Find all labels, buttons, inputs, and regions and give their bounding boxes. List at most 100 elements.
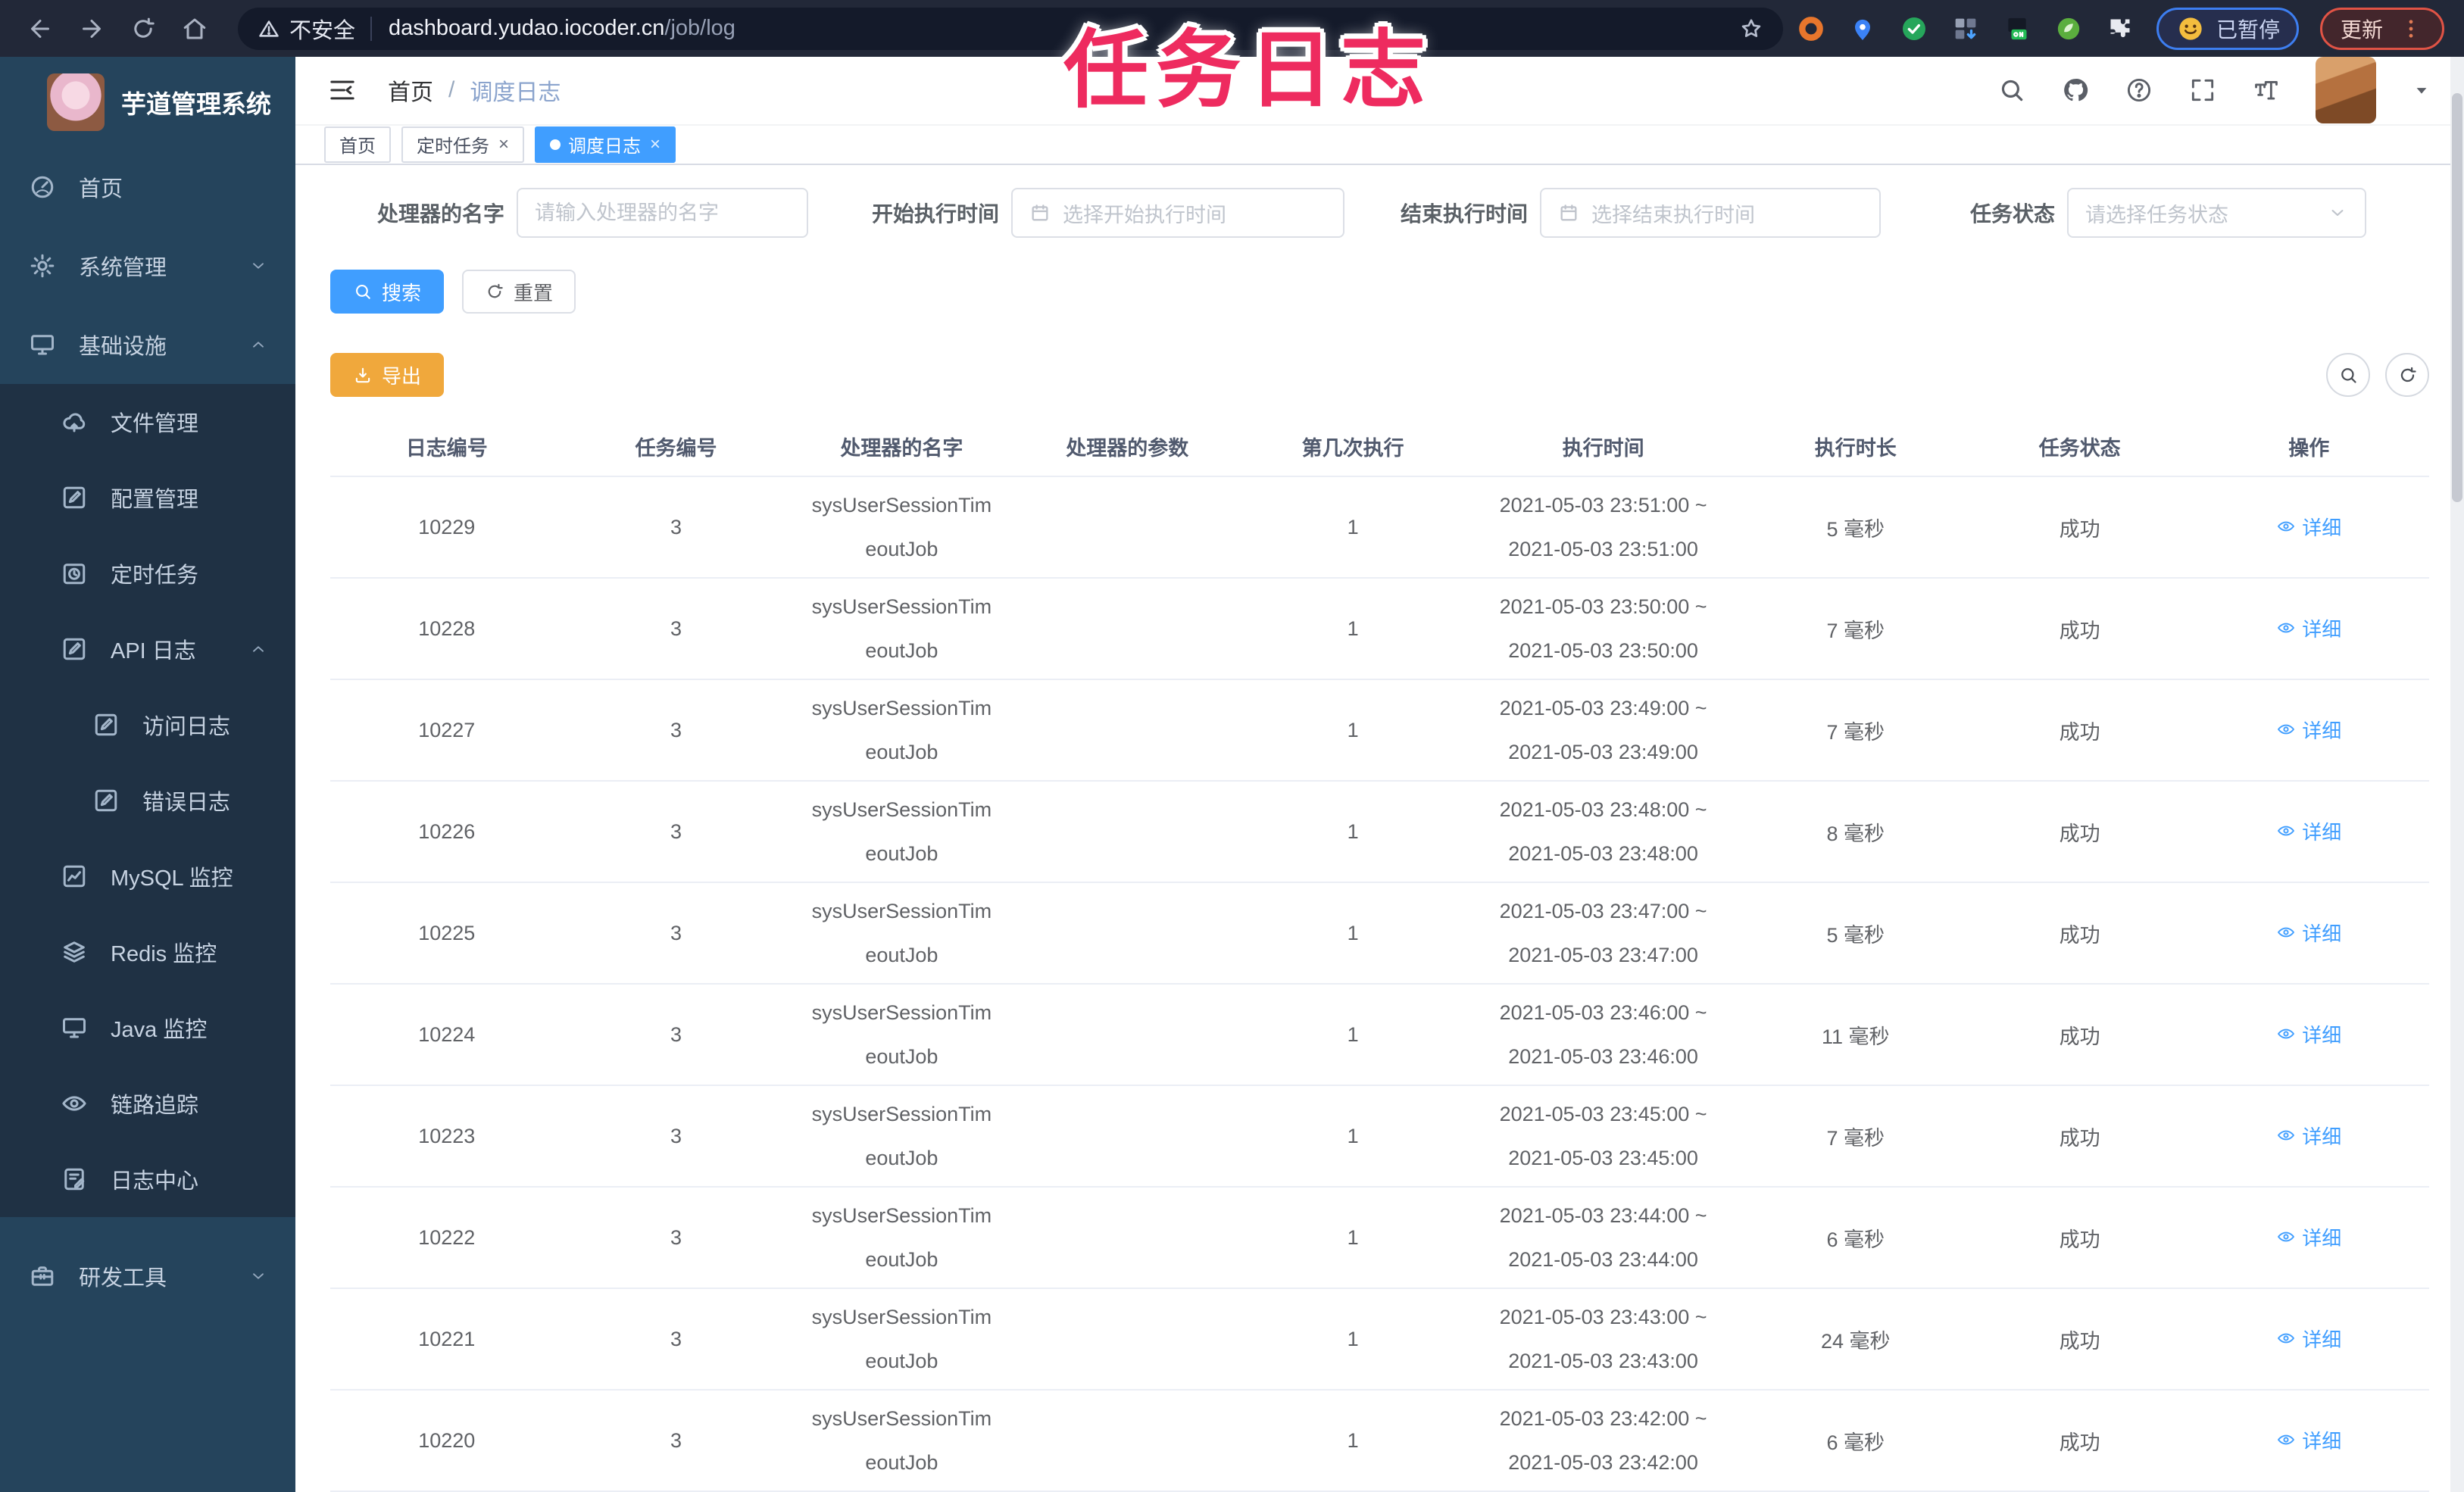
cell-handler-name: sysUserSessionTim eoutJob — [811, 494, 992, 560]
sidebar-item-配置管理[interactable]: 配置管理 — [0, 460, 295, 535]
extensions-puzzle-icon[interactable] — [2105, 14, 2135, 44]
handler-name-input[interactable] — [517, 188, 808, 238]
sidebar: 芋道管理系统 首页 系统管理 基础设施文件管理配置管理 定时任务 API 日志 访问日志错… — [0, 57, 295, 1492]
sidebar-item-日志中心[interactable]: 日志中心 — [0, 1141, 295, 1217]
table-row: 10221 3 sysUserSessionTim eoutJob 1 2021-05-0… — [330, 1289, 2429, 1391]
sidebar-item-访问日志[interactable]: 访问日志 — [0, 687, 295, 763]
extension-green-check-icon[interactable] — [1899, 14, 1929, 44]
tag-label: 定时任务 — [417, 136, 489, 158]
end-time-picker[interactable]: 选择结束执行时间 — [1540, 188, 1881, 238]
handler-name-field[interactable] — [535, 201, 790, 225]
reload-icon[interactable] — [123, 8, 164, 49]
tag-定时任务[interactable]: 定时任务 × — [401, 126, 525, 163]
tag-close-icon[interactable]: × — [498, 134, 509, 155]
sidebar-item-错误日志[interactable]: 错误日志 — [0, 763, 295, 838]
chart-icon — [61, 863, 88, 890]
sidebar-item-label: 研发工具 — [79, 1266, 167, 1291]
reset-button[interactable]: 重置 — [462, 270, 576, 314]
browser-menu-kebab-icon[interactable] — [2398, 16, 2424, 42]
detail-link[interactable]: 详细 — [2276, 817, 2341, 845]
cell-log-id: 10229 — [418, 515, 476, 538]
sidebar-item-基础设施[interactable]: 基础设施 — [0, 305, 295, 384]
table-header: 日志编号 任务编号 处理器的名字 处理器的参数 第几次执行 执行时间 执行时长 任务状态 操作 — [330, 417, 2429, 477]
github-icon[interactable] — [2061, 76, 2090, 105]
fullscreen-icon[interactable] — [2188, 76, 2217, 105]
forward-icon[interactable] — [71, 8, 112, 49]
sidebar-item-文件管理[interactable]: 文件管理 — [0, 384, 295, 460]
detail-link[interactable]: 详细 — [2276, 1020, 2341, 1048]
cell-log-id: 10220 — [418, 1428, 476, 1452]
extension-green-leaf-icon[interactable] — [2053, 14, 2084, 44]
url-divider — [370, 16, 373, 41]
scrollbar-thumb[interactable] — [2452, 93, 2462, 502]
sidebar-item-系统管理[interactable]: 系统管理 — [0, 226, 295, 305]
sidebar-item-label: 链路追踪 — [111, 1094, 199, 1118]
detail-link[interactable]: 详细 — [2276, 614, 2341, 642]
sidebar-item-MySQL-监控[interactable]: MySQL 监控 — [0, 838, 295, 914]
cell-handler-name: sysUserSessionTim eoutJob — [811, 697, 992, 763]
cell-job-id: 3 — [670, 1022, 682, 1046]
cell-handler-name: sysUserSessionTim eoutJob — [811, 1103, 992, 1169]
sidebar-item-链路追踪[interactable]: 链路追踪 — [0, 1066, 295, 1141]
sidebar-item-API-日志[interactable]: API 日志 — [0, 611, 295, 687]
sidebar-item-Java-监控[interactable]: Java 监控 — [0, 990, 295, 1066]
detail-link[interactable]: 详细 — [2276, 716, 2341, 744]
detail-link[interactable]: 详细 — [2276, 1426, 2341, 1454]
avatar-caret-down-icon[interactable] — [2411, 80, 2432, 101]
refresh-table-button[interactable] — [2385, 353, 2429, 397]
update-label: 更新 — [2340, 17, 2383, 42]
font-size-icon[interactable] — [2252, 76, 2281, 105]
cell-actions: 详细 — [2189, 716, 2429, 745]
browser-update-button[interactable]: 更新 — [2319, 7, 2444, 50]
address-bar[interactable]: 不安全 dashboard.yudao.iocoder.cn /job/log — [238, 7, 1783, 50]
detail-link[interactable]: 详细 — [2276, 513, 2341, 541]
detail-link-label: 详细 — [2302, 1328, 2342, 1351]
detail-link[interactable]: 详细 — [2276, 1122, 2341, 1150]
export-button[interactable]: 导出 — [330, 353, 445, 397]
cell-handler-name: sysUserSessionTim eoutJob — [811, 900, 992, 966]
url-host: dashboard.yudao.iocoder.cn — [389, 16, 665, 40]
sidebar-item-定时任务[interactable]: 定时任务 — [0, 535, 295, 611]
cell-log-id: 10225 — [418, 921, 476, 944]
detail-link[interactable]: 详细 — [2276, 1325, 2341, 1353]
breadcrumb-home[interactable]: 首页 — [388, 73, 433, 107]
sidebar-item-研发工具[interactable]: 研发工具 — [0, 1237, 295, 1316]
download-icon — [353, 365, 373, 385]
app-logo[interactable]: 芋道管理系统 — [0, 57, 295, 148]
extension-orange-ring-icon[interactable] — [1796, 14, 1826, 44]
extension-location-pin-icon[interactable] — [1847, 14, 1878, 44]
profile-paused-badge[interactable]: 已暂停 — [2156, 7, 2299, 50]
cell-actions: 详细 — [2189, 1020, 2429, 1050]
chevron-down-icon — [248, 1266, 268, 1286]
tag-label: 首页 — [339, 136, 376, 158]
sidebar-toggle-icon[interactable] — [327, 75, 358, 105]
extension-grid-download-icon[interactable] — [1950, 14, 1981, 44]
tag-调度日志[interactable]: 调度日志 × — [535, 126, 676, 163]
toggle-search-button[interactable] — [2326, 353, 2370, 397]
tag-close-icon[interactable]: × — [650, 134, 661, 155]
job-status-select[interactable]: 请选择任务状态 — [2067, 188, 2366, 238]
help-icon[interactable] — [2125, 76, 2153, 105]
cell-job-id: 3 — [670, 1124, 682, 1147]
start-time-picker[interactable]: 选择开始执行时间 — [1011, 188, 1344, 238]
start-time-placeholder: 选择开始执行时间 — [1063, 203, 1226, 226]
cell-execute-time: 2021-05-03 23:47:00 ~2021-05-03 23:47:00 — [1499, 900, 1707, 966]
search-button[interactable]: 搜索 — [330, 270, 445, 314]
sidebar-item-Redis-监控[interactable]: Redis 监控 — [0, 914, 295, 990]
not-secure-warning-icon[interactable] — [258, 17, 280, 40]
sidebar-item-首页[interactable]: 首页 — [0, 148, 295, 226]
cell-handler-name: sysUserSessionTim eoutJob — [811, 1204, 992, 1271]
search-icon[interactable] — [1997, 76, 2026, 105]
back-icon[interactable] — [20, 8, 61, 49]
user-avatar[interactable] — [2316, 57, 2376, 124]
cell-duration: 5 毫秒 — [1826, 517, 1885, 541]
detail-link[interactable]: 详细 — [2276, 919, 2341, 947]
tag-首页[interactable]: 首页 — [324, 126, 391, 163]
detail-link[interactable]: 详细 — [2276, 1223, 2341, 1251]
extension-on-badge-icon[interactable] — [2002, 14, 2032, 44]
bookmark-star-icon[interactable] — [1739, 17, 1763, 41]
calendar-icon — [1029, 202, 1051, 223]
sidebar-item-label: 文件管理 — [111, 412, 199, 436]
paused-label: 已暂停 — [2216, 17, 2280, 42]
home-icon[interactable] — [174, 8, 215, 49]
